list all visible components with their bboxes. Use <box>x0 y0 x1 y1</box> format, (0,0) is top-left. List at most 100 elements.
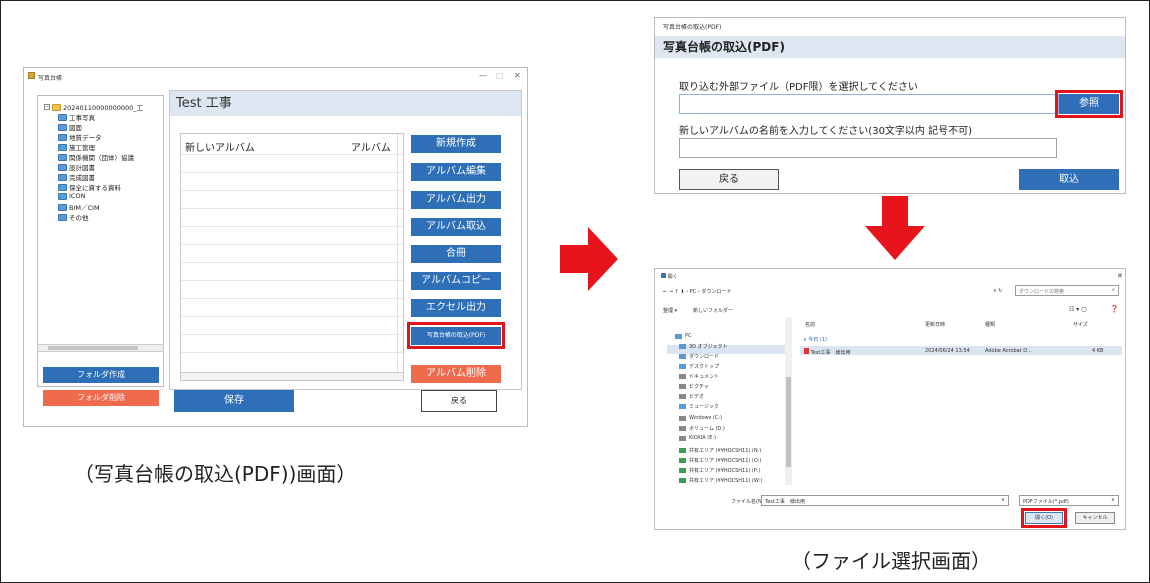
close-icon[interactable]: ✕ <box>1117 272 1123 280</box>
nav-item[interactable]: 共有エリア (¥¥HOCSH11) (W:) <box>679 477 762 484</box>
view-options-icon[interactable]: ☷ ▾ ▢ <box>1069 306 1087 313</box>
list-row-line <box>181 154 403 155</box>
tree-item[interactable]: 設計図書 <box>58 162 95 172</box>
tree-item[interactable]: ICON <box>58 192 85 200</box>
nav-item[interactable]: 共有エリア (¥¥HOCSH11) (O:) <box>679 457 761 464</box>
file-row[interactable]: Test工事 様出用 2024/06/24 13:54 Adobe Acroba… <box>800 346 1122 356</box>
search-box[interactable]: ダウンロードの検索 ⌕ <box>1015 285 1119 296</box>
new-album-button[interactable]: 新規作成 <box>411 135 501 153</box>
close-icon[interactable]: ✕ <box>514 71 521 80</box>
file-type: Adobe Acrobat D... <box>985 348 1032 354</box>
nav-item[interactable]: KIOXIA (E:) <box>679 435 716 441</box>
nav-vertical-scrollbar[interactable] <box>785 317 792 485</box>
chevron-down-icon[interactable]: ∨ <box>1111 497 1115 503</box>
scrollbar-thumb[interactable] <box>48 346 138 350</box>
arrow-down-icon <box>865 196 925 260</box>
album-name-input[interactable] <box>679 138 1057 158</box>
column-header-type[interactable]: 種類 <box>985 321 995 328</box>
network-drive-icon <box>679 458 686 463</box>
video-icon <box>679 394 686 399</box>
collapse-icon[interactable]: − <box>44 104 50 110</box>
tree-item[interactable]: 地質データ <box>58 132 102 142</box>
column-header-name[interactable]: 名前 <box>805 321 815 328</box>
download-icon <box>679 354 686 359</box>
page-frame: 写真台帳 — □ ✕ − 20240110000000000_工 工事写真 図面… <box>0 0 1150 583</box>
drive-icon <box>679 415 686 421</box>
list-row-line <box>181 244 403 245</box>
folder-icon <box>58 213 67 221</box>
pc-icon <box>675 333 682 339</box>
folder-icon <box>58 163 67 171</box>
back-button[interactable]: 戻る <box>421 390 497 412</box>
delete-album-button[interactable]: アルバム削除 <box>411 365 501 383</box>
import-album-button[interactable]: アルバム取込 <box>411 218 501 236</box>
nav-item[interactable]: Windows (C:) <box>679 415 722 421</box>
album-list[interactable]: 新しいアルバム アルバム <box>180 133 404 381</box>
nav-item[interactable]: 共有エリア (¥¥HOCSH11) (P:) <box>679 467 761 474</box>
copy-album-button[interactable]: アルバムコピー <box>411 272 501 290</box>
list-row-line <box>181 208 403 209</box>
column-header-size[interactable]: サイズ <box>1073 321 1088 328</box>
dialog-header: 写真台帳の取込(PDF) <box>655 36 1125 58</box>
maximize-icon[interactable]: □ <box>496 71 504 80</box>
right-caption: （ファイル選択画面） <box>791 549 991 573</box>
refresh-icon[interactable]: ∨ ↻ <box>993 288 1002 294</box>
create-folder-button[interactable]: フォルダ作成 <box>43 367 159 383</box>
arrow-right-icon <box>560 227 618 291</box>
chevron-down-icon[interactable]: ∨ <box>1001 497 1005 503</box>
file-path-input[interactable] <box>679 94 1059 114</box>
merge-button[interactable]: 合冊 <box>411 245 501 263</box>
edit-album-button[interactable]: アルバム編集 <box>411 163 501 181</box>
folder-icon <box>58 183 67 191</box>
music-icon <box>679 404 686 409</box>
new-folder-button[interactable]: 新しいフォルダー <box>693 307 733 314</box>
desktop-icon <box>679 364 686 369</box>
excel-export-button[interactable]: エクセル出力 <box>411 299 501 317</box>
nav-item[interactable]: デスクトップ <box>679 363 719 370</box>
nav-item[interactable]: ビデオ <box>679 393 704 400</box>
folder-icon <box>58 203 67 211</box>
highlight-box <box>1055 90 1123 118</box>
tree-item[interactable]: BIM／CIM <box>58 202 100 212</box>
tree-item[interactable]: 完成図書 <box>58 172 95 182</box>
list-row-line <box>181 334 403 335</box>
list-row-line <box>181 316 403 317</box>
help-icon[interactable]: ❓ <box>1110 305 1119 313</box>
tree-item[interactable]: 工事写真 <box>58 112 95 122</box>
scrollbar-thumb[interactable] <box>786 377 791 467</box>
folder-icon <box>679 344 686 349</box>
network-drive-icon <box>679 448 686 453</box>
nav-item[interactable]: ミュージック <box>679 403 719 410</box>
list-horizontal-scrollbar[interactable] <box>181 372 403 380</box>
nav-item[interactable]: ダウンロード <box>679 353 719 360</box>
nav-item[interactable]: 共有エリア (¥¥HOCSH11) (N:) <box>679 447 761 454</box>
list-row-line <box>181 226 403 227</box>
tree-item[interactable]: 保全に資する資料 <box>58 182 121 192</box>
nav-item[interactable]: ピクチャ <box>679 383 709 390</box>
delete-folder-button[interactable]: フォルダ削除 <box>43 390 159 406</box>
cancel-button[interactable]: キャンセル <box>1075 512 1115 524</box>
organize-menu[interactable]: 整理 ▾ <box>663 307 677 314</box>
nav-item[interactable]: 3D オブジェクト <box>679 343 728 350</box>
tree-item[interactable]: 施工管理 <box>58 142 95 152</box>
tree-item[interactable]: その他 <box>58 212 89 222</box>
filename-input[interactable]: Test工事 様出用 ∨ <box>761 495 1009 506</box>
album-panel: Test 工事 新しいアルバム アルバム 新規作成 アルバム編集 アルバム出力 … <box>169 90 522 390</box>
export-album-button[interactable]: アルバム出力 <box>411 191 501 209</box>
column-divider <box>397 134 398 380</box>
nav-item-pc[interactable]: PC <box>675 333 692 339</box>
minimize-icon[interactable]: — <box>479 71 487 80</box>
tree-item[interactable]: 関係機関（団体）協議 <box>58 152 134 162</box>
column-header-date[interactable]: 更新日時 <box>925 321 945 328</box>
nav-item[interactable]: ドキュメント <box>679 373 719 380</box>
dialog-back-button[interactable]: 戻る <box>679 169 779 190</box>
tree-horizontal-scrollbar[interactable] <box>37 344 164 352</box>
filetype-select[interactable]: PDFファイル(*.pdf) ∨ <box>1019 495 1119 506</box>
nav-item[interactable]: ボリューム (D:) <box>679 425 725 432</box>
group-header-today[interactable]: ∨ 今日 (1) <box>803 336 827 343</box>
tree-item[interactable]: 図面 <box>58 122 82 132</box>
address-bar[interactable]: ← → ↑ ⬇ › PC › ダウンロード <box>663 288 731 295</box>
dialog-import-button[interactable]: 取込 <box>1019 169 1119 190</box>
tree-root[interactable]: − 20240110000000000_工 <box>44 102 143 112</box>
save-button[interactable]: 保存 <box>174 390 294 412</box>
